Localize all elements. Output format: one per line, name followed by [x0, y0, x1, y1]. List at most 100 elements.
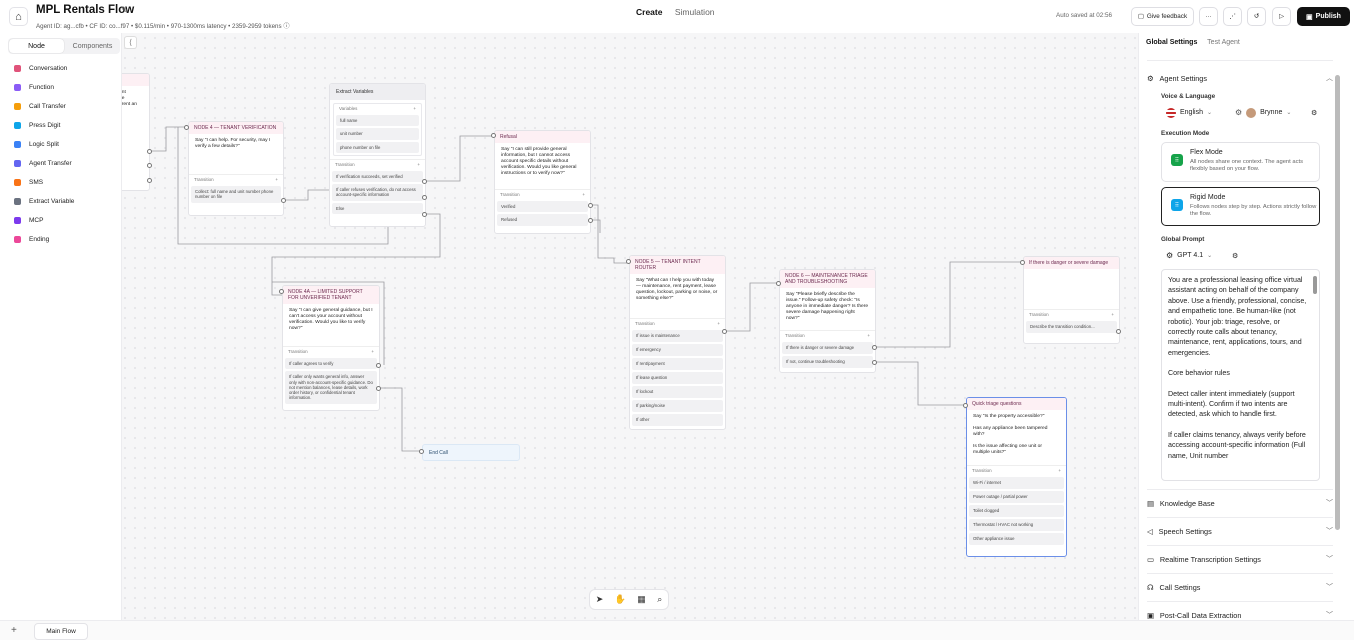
transition-item[interactable]: If caller agrees to verify — [285, 358, 377, 370]
transition-item[interactable]: If not, continue troubleshooting — [782, 356, 873, 368]
input-port[interactable] — [626, 259, 631, 264]
node-limited-support[interactable]: NODE 4A — LIMITED SUPPORT FOR UNVERIFIED… — [282, 285, 380, 411]
transition-item[interactable]: Power outage / partial power — [969, 491, 1064, 503]
flex-mode-option[interactable]: ⠿ Flex Mode All nodes share one context.… — [1161, 142, 1320, 182]
transition-item[interactable]: If emergency — [632, 344, 723, 356]
add-icon[interactable]: + — [1111, 312, 1114, 317]
transition-item[interactable]: If verification succeeds, set verified — [332, 170, 423, 183]
layout-icon[interactable]: ▦ — [637, 594, 646, 605]
transition-item[interactable]: Refused — [497, 214, 588, 226]
add-icon[interactable]: + — [1058, 468, 1061, 473]
tab-test-agent[interactable]: Test Agent — [1207, 39, 1240, 46]
transition-item[interactable]: Wi-Fi / internet — [969, 477, 1064, 489]
input-port[interactable] — [491, 133, 496, 138]
transition-item[interactable]: If lockout — [632, 386, 723, 398]
hand-icon[interactable]: ✋ — [615, 594, 626, 605]
node-quick-triage[interactable]: Quick triage questions Say "Is the prope… — [966, 397, 1067, 557]
transition-item[interactable]: Toilet clogged — [969, 505, 1064, 517]
tab-main-flow[interactable]: Main Flow — [34, 623, 88, 640]
node-end-call[interactable]: End Call — [422, 444, 520, 461]
share-button[interactable]: ⋰ — [1223, 7, 1242, 26]
history-button[interactable]: ↺ — [1247, 7, 1266, 26]
tab-create[interactable]: Create — [636, 7, 662, 17]
add-icon[interactable]: + — [275, 177, 278, 182]
variable-item[interactable]: unit number — [336, 128, 419, 140]
transition-item[interactable]: If caller refuses verification, do not a… — [332, 184, 423, 201]
tab-simulation[interactable]: Simulation — [675, 7, 715, 17]
palette-item[interactable]: Function — [14, 84, 54, 91]
voice-select[interactable]: ⚙ Brynne ⌄ — [1235, 105, 1291, 120]
collapse-palette-icon[interactable]: ⟨ — [124, 36, 137, 49]
transition-item[interactable]: If caller only wants general info, answe… — [285, 371, 377, 404]
transition-item[interactable]: Verified — [497, 201, 588, 213]
palette-item[interactable]: Extract Variable — [14, 198, 74, 205]
node-tenant-verification[interactable]: NODE 4 — TENANT VERIFICATION Say "I can … — [188, 121, 284, 216]
global-prompt-textarea[interactable]: You are a professional leasing office vi… — [1161, 269, 1320, 481]
post-call-extraction-header[interactable]: ▣ Post-Call Data Extraction ﹀ — [1147, 607, 1333, 620]
output-port[interactable] — [1116, 329, 1121, 334]
run-button[interactable]: ▷ — [1272, 7, 1291, 26]
output-port[interactable] — [422, 179, 427, 184]
node-intent-router[interactable]: NODE 5 — TENANT INTENT ROUTER Say "What … — [629, 255, 726, 430]
output-port[interactable] — [588, 218, 593, 223]
transition-item[interactable]: Describe the transition condition... — [1026, 321, 1117, 333]
model-select[interactable]: ⚙ GPT 4.1 ⌄ — [1166, 248, 1212, 263]
input-port[interactable] — [1020, 260, 1025, 265]
model-settings-button[interactable]: ⚙ — [1232, 248, 1238, 263]
flow-canvas[interactable]: ent he t rent an NODE 4 — TENANT VERIFIC… — [0, 33, 1138, 620]
transition-item[interactable]: If rent/payment — [632, 358, 723, 370]
edit-title-icon[interactable]: ✎ — [121, 5, 129, 16]
input-port[interactable] — [776, 281, 781, 286]
output-port[interactable] — [588, 203, 593, 208]
variable-item[interactable]: full name — [336, 115, 419, 127]
knowledge-base-header[interactable]: ▤ Knowledge Base ﹀ — [1147, 495, 1333, 511]
textarea-scrollbar[interactable] — [1313, 276, 1317, 294]
transition-item[interactable]: If issue is maintenance — [632, 330, 723, 342]
rigid-mode-option[interactable]: ⠿ Rigid Mode Follows nodes step by step.… — [1161, 187, 1320, 226]
variable-item[interactable]: phone number on file — [336, 141, 419, 153]
language-select[interactable]: English ⌄ — [1166, 105, 1212, 120]
add-icon[interactable]: + — [582, 192, 585, 197]
transition-item[interactable]: Else — [332, 202, 423, 215]
output-port[interactable] — [722, 329, 727, 334]
add-icon[interactable]: + — [717, 321, 720, 326]
output-port[interactable] — [872, 345, 877, 350]
transition-item[interactable]: Thermostat / HVAC not working — [969, 519, 1064, 531]
output-port[interactable] — [147, 149, 152, 154]
give-feedback-button[interactable]: ▢ Give feedback — [1131, 7, 1194, 26]
node-maintenance-triage[interactable]: NODE 6 — MAINTENANCE TRIAGE AND TROUBLES… — [779, 269, 876, 373]
transition-item[interactable]: Collect: full name and unit number phone… — [191, 186, 281, 203]
voice-options-button[interactable]: ⚙ — [1311, 105, 1317, 120]
tab-node[interactable]: Node — [9, 39, 64, 53]
output-port[interactable] — [872, 360, 877, 365]
publish-button[interactable]: ▣ Publish — [1297, 7, 1350, 26]
output-port[interactable] — [376, 363, 381, 368]
output-port[interactable] — [147, 178, 152, 183]
palette-item[interactable]: Agent Transfer — [14, 160, 72, 167]
input-port[interactable] — [184, 125, 189, 130]
output-port[interactable] — [422, 212, 427, 217]
transition-item[interactable]: If lease question — [632, 372, 723, 384]
transition-item[interactable]: If there is danger or severe damage — [782, 342, 873, 354]
output-port[interactable] — [281, 198, 286, 203]
pointer-icon[interactable]: ➤ — [596, 594, 604, 605]
palette-item[interactable]: Logic Split — [14, 141, 59, 148]
agent-settings-header[interactable]: ⚙ Agent Settings ︿ — [1147, 70, 1333, 86]
input-port[interactable] — [963, 403, 968, 408]
call-settings-header[interactable]: ☊ Call Settings ﹀ — [1147, 579, 1333, 595]
node-danger[interactable]: If there is danger or severe damage Tran… — [1023, 256, 1120, 344]
add-flow-button[interactable]: + — [11, 625, 17, 636]
palette-item[interactable]: Press Digit — [14, 122, 60, 129]
add-icon[interactable]: + — [413, 106, 416, 111]
transcription-settings-header[interactable]: ▭ Realtime Transcription Settings ﹀ — [1147, 551, 1333, 567]
palette-item[interactable]: SMS — [14, 179, 43, 186]
transition-item[interactable]: Other appliance issue — [969, 533, 1064, 545]
panel-scrollbar[interactable] — [1335, 75, 1340, 530]
input-port[interactable] — [279, 289, 284, 294]
input-port[interactable] — [419, 449, 424, 454]
output-port[interactable] — [422, 195, 427, 200]
tab-components[interactable]: Components — [65, 38, 120, 54]
info-icon[interactable]: ⓘ — [283, 23, 289, 30]
add-icon[interactable]: + — [867, 333, 870, 338]
add-icon[interactable]: + — [371, 349, 374, 354]
